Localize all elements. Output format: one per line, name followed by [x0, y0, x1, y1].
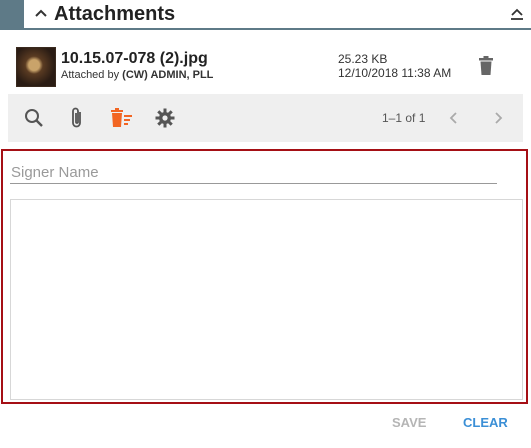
search-icon[interactable]: [24, 108, 44, 133]
attachment-row[interactable]: 10.15.07-078 (2).jpg Attached by (CW) AD…: [0, 31, 531, 93]
signature-pad[interactable]: [10, 199, 523, 400]
delete-list-icon[interactable]: [110, 108, 134, 133]
attached-by-prefix: Attached by: [61, 69, 120, 81]
trash-icon[interactable]: [478, 56, 494, 81]
signature-panel: [1, 149, 528, 404]
chevron-up-icon[interactable]: [34, 7, 48, 26]
panel-title: Attachments: [54, 3, 176, 25]
attached-by-text: Attached by (CW) ADMIN, PLL: [61, 69, 213, 81]
image-thumbnail[interactable]: [16, 47, 56, 87]
attached-by-user: (CW) ADMIN, PLL: [122, 69, 214, 81]
paperclip-icon[interactable]: [68, 106, 86, 135]
collapse-icon[interactable]: [509, 6, 525, 27]
panel-left-accent: [0, 0, 24, 30]
chevron-right-icon[interactable]: [492, 110, 504, 131]
attachment-toolbar: 1–1 of 1: [8, 94, 523, 142]
panel-header: Attachments: [24, 0, 531, 30]
file-size: 25.23 KB: [338, 52, 388, 66]
signer-name-input[interactable]: [10, 161, 497, 184]
chevron-left-icon[interactable]: [448, 110, 460, 131]
pagination-text: 1–1 of 1: [382, 111, 426, 125]
save-button[interactable]: SAVE: [392, 415, 426, 430]
file-name[interactable]: 10.15.07-078 (2).jpg: [61, 50, 208, 68]
file-date: 12/10/2018 11:38 AM: [338, 66, 452, 80]
gear-icon[interactable]: [155, 108, 175, 133]
clear-button[interactable]: CLEAR: [463, 415, 508, 430]
